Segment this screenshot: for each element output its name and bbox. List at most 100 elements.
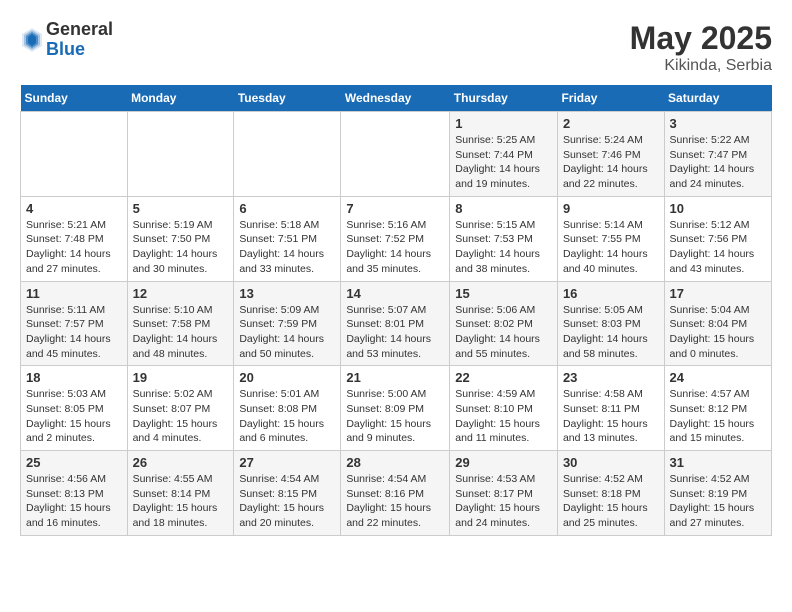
calendar-cell: 23 Sunrise: 4:58 AM Sunset: 8:11 PM Dayli… [557,366,664,451]
week-row-4: 18 Sunrise: 5:03 AM Sunset: 8:05 PM Dayli… [21,366,772,451]
calendar-cell: 7 Sunrise: 5:16 AM Sunset: 7:52 PM Daylig… [341,196,450,281]
logo-text: General Blue [46,20,113,60]
calendar-cell: 1Sunrise: 5:25 AM Sunset: 7:44 PM Daylig… [450,112,558,197]
calendar-cell: 2 Sunrise: 5:24 AM Sunset: 7:46 PM Daylig… [557,112,664,197]
calendar-cell [234,112,341,197]
calendar-cell: 12Sunrise: 5:10 AM Sunset: 7:58 PM Dayli… [127,281,234,366]
logo-blue: Blue [46,40,113,60]
calendar-table: SundayMondayTuesdayWednesdayThursdayFrid… [20,85,772,536]
day-number: 10 [670,201,766,216]
calendar-cell: 6 Sunrise: 5:18 AM Sunset: 7:51 PM Daylig… [234,196,341,281]
calendar-cell: 29 Sunrise: 4:53 AM Sunset: 8:17 PM Dayli… [450,451,558,536]
calendar-cell: 26Sunrise: 4:55 AM Sunset: 8:14 PM Dayli… [127,451,234,536]
day-number: 18 [26,370,122,385]
calendar-body: 1Sunrise: 5:25 AM Sunset: 7:44 PM Daylig… [21,112,772,536]
day-info: Sunrise: 4:55 AM Sunset: 8:14 PM Dayligh… [133,472,229,531]
day-info: Sunrise: 5:19 AM Sunset: 7:50 PM Dayligh… [133,218,229,277]
day-info: Sunrise: 5:24 AM Sunset: 7:46 PM Dayligh… [563,133,659,192]
calendar-cell [341,112,450,197]
day-info: Sunrise: 5:02 AM Sunset: 8:07 PM Dayligh… [133,387,229,446]
calendar-cell: 22Sunrise: 4:59 AM Sunset: 8:10 PM Dayli… [450,366,558,451]
title-block: May 2025 Kikinda, Serbia [630,20,772,75]
weekday-header-wednesday: Wednesday [341,85,450,112]
day-info: Sunrise: 5:05 AM Sunset: 8:03 PM Dayligh… [563,303,659,362]
day-info: Sunrise: 4:57 AM Sunset: 8:12 PM Dayligh… [670,387,766,446]
calendar-cell: 8 Sunrise: 5:15 AM Sunset: 7:53 PM Daylig… [450,196,558,281]
day-info: Sunrise: 5:12 AM Sunset: 7:56 PM Dayligh… [670,218,766,277]
day-info: Sunrise: 5:09 AM Sunset: 7:59 PM Dayligh… [239,303,335,362]
weekday-header-friday: Friday [557,85,664,112]
day-info: Sunrise: 4:52 AM Sunset: 8:18 PM Dayligh… [563,472,659,531]
calendar-cell: 25Sunrise: 4:56 AM Sunset: 8:13 PM Dayli… [21,451,128,536]
weekday-header-tuesday: Tuesday [234,85,341,112]
calendar-cell: 3 Sunrise: 5:22 AM Sunset: 7:47 PM Daylig… [664,112,771,197]
calendar-cell: 13 Sunrise: 5:09 AM Sunset: 7:59 PM Dayli… [234,281,341,366]
week-row-3: 11 Sunrise: 5:11 AM Sunset: 7:57 PM Dayli… [21,281,772,366]
day-info: Sunrise: 5:03 AM Sunset: 8:05 PM Dayligh… [26,387,122,446]
day-info: Sunrise: 5:25 AM Sunset: 7:44 PM Dayligh… [455,133,552,192]
calendar-cell: 11 Sunrise: 5:11 AM Sunset: 7:57 PM Dayli… [21,281,128,366]
day-info: Sunrise: 5:22 AM Sunset: 7:47 PM Dayligh… [670,133,766,192]
week-row-5: 25Sunrise: 4:56 AM Sunset: 8:13 PM Dayli… [21,451,772,536]
day-number: 22 [455,370,552,385]
day-number: 15 [455,286,552,301]
day-number: 5 [133,201,229,216]
calendar-cell: 15Sunrise: 5:06 AM Sunset: 8:02 PM Dayli… [450,281,558,366]
calendar-cell: 20Sunrise: 5:01 AM Sunset: 8:08 PM Dayli… [234,366,341,451]
day-number: 24 [670,370,766,385]
day-number: 8 [455,201,552,216]
week-row-2: 4 Sunrise: 5:21 AM Sunset: 7:48 PM Daylig… [21,196,772,281]
day-number: 17 [670,286,766,301]
day-number: 20 [239,370,335,385]
day-number: 11 [26,286,122,301]
day-number: 6 [239,201,335,216]
day-number: 2 [563,116,659,131]
weekday-row: SundayMondayTuesdayWednesdayThursdayFrid… [21,85,772,112]
day-info: Sunrise: 4:54 AM Sunset: 8:16 PM Dayligh… [346,472,444,531]
calendar-cell: 19Sunrise: 5:02 AM Sunset: 8:07 PM Dayli… [127,366,234,451]
calendar-cell: 4 Sunrise: 5:21 AM Sunset: 7:48 PM Daylig… [21,196,128,281]
day-info: Sunrise: 5:15 AM Sunset: 7:53 PM Dayligh… [455,218,552,277]
week-row-1: 1Sunrise: 5:25 AM Sunset: 7:44 PM Daylig… [21,112,772,197]
day-number: 3 [670,116,766,131]
day-number: 13 [239,286,335,301]
day-info: Sunrise: 4:52 AM Sunset: 8:19 PM Dayligh… [670,472,766,531]
calendar-subtitle: Kikinda, Serbia [630,57,772,75]
day-number: 12 [133,286,229,301]
calendar-cell: 21 Sunrise: 5:00 AM Sunset: 8:09 PM Dayli… [341,366,450,451]
calendar-cell: 24 Sunrise: 4:57 AM Sunset: 8:12 PM Dayli… [664,366,771,451]
weekday-header-saturday: Saturday [664,85,771,112]
day-number: 25 [26,455,122,470]
calendar-header: SundayMondayTuesdayWednesdayThursdayFrid… [21,85,772,112]
page-header: General Blue May 2025 Kikinda, Serbia [20,20,772,75]
day-number: 7 [346,201,444,216]
day-number: 4 [26,201,122,216]
weekday-header-monday: Monday [127,85,234,112]
calendar-cell: 9Sunrise: 5:14 AM Sunset: 7:55 PM Daylig… [557,196,664,281]
calendar-cell: 31Sunrise: 4:52 AM Sunset: 8:19 PM Dayli… [664,451,771,536]
calendar-cell: 18 Sunrise: 5:03 AM Sunset: 8:05 PM Dayli… [21,366,128,451]
day-number: 29 [455,455,552,470]
day-info: Sunrise: 4:58 AM Sunset: 8:11 PM Dayligh… [563,387,659,446]
day-info: Sunrise: 5:18 AM Sunset: 7:51 PM Dayligh… [239,218,335,277]
day-number: 21 [346,370,444,385]
day-info: Sunrise: 5:16 AM Sunset: 7:52 PM Dayligh… [346,218,444,277]
day-info: Sunrise: 5:21 AM Sunset: 7:48 PM Dayligh… [26,218,122,277]
day-info: Sunrise: 5:11 AM Sunset: 7:57 PM Dayligh… [26,303,122,362]
day-number: 30 [563,455,659,470]
day-number: 27 [239,455,335,470]
day-info: Sunrise: 5:00 AM Sunset: 8:09 PM Dayligh… [346,387,444,446]
day-number: 14 [346,286,444,301]
logo: General Blue [20,20,113,60]
day-number: 23 [563,370,659,385]
day-info: Sunrise: 5:04 AM Sunset: 8:04 PM Dayligh… [670,303,766,362]
calendar-cell: 5 Sunrise: 5:19 AM Sunset: 7:50 PM Daylig… [127,196,234,281]
calendar-cell: 28 Sunrise: 4:54 AM Sunset: 8:16 PM Dayli… [341,451,450,536]
calendar-title: May 2025 [630,20,772,57]
calendar-cell [21,112,128,197]
weekday-header-sunday: Sunday [21,85,128,112]
logo-general: General [46,20,113,40]
day-info: Sunrise: 4:53 AM Sunset: 8:17 PM Dayligh… [455,472,552,531]
day-number: 28 [346,455,444,470]
day-info: Sunrise: 5:14 AM Sunset: 7:55 PM Dayligh… [563,218,659,277]
